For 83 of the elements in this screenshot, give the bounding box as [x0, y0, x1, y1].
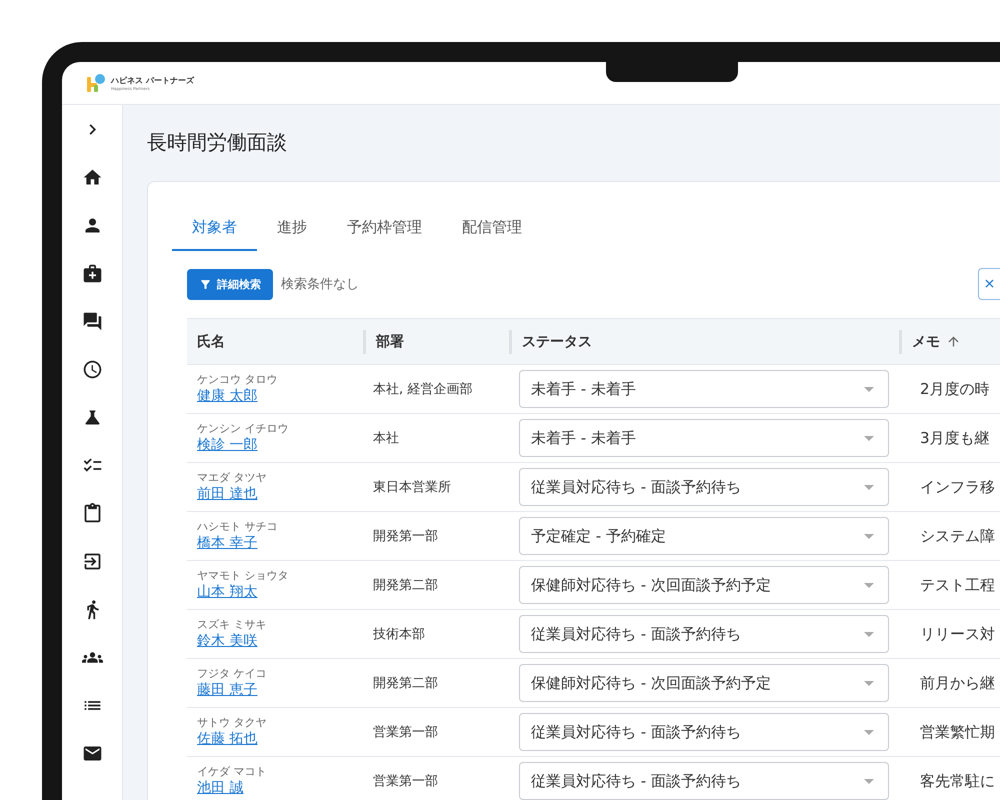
status-select[interactable]: 従業員対応待ち - 面談予約待ち	[519, 713, 889, 751]
chat-bubbles-icon[interactable]	[82, 311, 102, 332]
employee-name-link[interactable]: 鈴木 美咲	[197, 632, 258, 651]
status-value: 未着手 - 未着手	[531, 428, 636, 448]
employee-name-link[interactable]: 検診 一郎	[197, 436, 258, 455]
advanced-search-button[interactable]: 詳細検索	[187, 268, 273, 300]
status-select[interactable]: 未着手 - 未着手	[519, 419, 889, 457]
department-cell-text: 開発第二部	[372, 577, 439, 594]
name-kana: ケンコウ タロウ	[197, 372, 278, 387]
department-cell-text: 本社	[372, 430, 400, 447]
clipboard-icon[interactable]	[82, 503, 102, 524]
medical-kit-icon[interactable]	[82, 263, 102, 284]
dropdown-caret-icon	[864, 680, 874, 686]
status-value: 未着手 - 未着手	[531, 380, 636, 398]
status-select[interactable]: 従業員対応待ち - 面談予約待ち	[519, 762, 889, 800]
status-select[interactable]: 従業員対応待ち - 面談予約待ち	[519, 615, 889, 653]
memo-cell-text: 2月度の時	[919, 380, 991, 398]
department-cell-text: 東日本営業所	[372, 479, 452, 496]
status-value: 保健師対応待ち - 次回面談予約予定	[531, 576, 771, 594]
column-header[interactable]: 氏名	[187, 330, 363, 354]
dropdown-caret-icon	[864, 778, 874, 784]
name-kana: ヤマモト ショウタ	[197, 568, 290, 583]
status-select[interactable]: 従業員対応待ち - 面談予約待ち	[519, 468, 889, 506]
dropdown-caret-icon	[864, 386, 874, 392]
name-kana: イケダ マコト	[197, 764, 268, 779]
dropdown-caret-icon	[864, 632, 874, 636]
memo-cell-text: 前月から継	[919, 674, 996, 692]
status-value: 従業員対応待ち - 面談予約待ち	[531, 722, 741, 742]
clock-icon[interactable]	[82, 359, 102, 380]
memo-cell-text: 営業繁忙期	[919, 722, 996, 742]
status-select[interactable]: 予定確定 - 予約確定	[519, 517, 889, 555]
page-title: 長時間労働面談	[147, 129, 288, 156]
department-cell-text: 本社, 経営企画部	[372, 381, 474, 398]
employee-name-link[interactable]: 佐藤 拓也	[197, 730, 258, 749]
dropdown-caret-icon	[864, 436, 874, 440]
memo-cell-text: テスト工程	[919, 576, 996, 594]
memo-cell-text: インフラ移	[919, 478, 996, 496]
filter-icon	[199, 278, 212, 290]
column-header[interactable]: ステータス	[509, 330, 899, 354]
employee-name-link[interactable]: 前田 達也	[197, 485, 258, 504]
filter-status: 検索条件なし	[281, 276, 360, 293]
name-kana: フジタ ケイコ	[197, 666, 268, 681]
department-cell-text: 技術本部	[372, 626, 426, 643]
dropdown-caret-icon	[864, 534, 874, 538]
memo-cell-text: 3月度も継	[919, 428, 991, 448]
name-kana: ケンシン イチロウ	[197, 421, 290, 436]
name-kana: ハシモト サチコ	[197, 519, 278, 534]
tab[interactable]: 進捗	[257, 206, 327, 251]
logo-icon	[86, 73, 106, 93]
employee-name-link[interactable]: 健康 太郎	[197, 387, 258, 406]
dropdown-caret-icon	[864, 582, 874, 588]
department-cell-text: 営業第一部	[372, 724, 439, 741]
status-value: 従業員対応待ち - 面談予約待ち	[531, 624, 741, 644]
employee-name-link[interactable]: 山本 翔太	[197, 583, 258, 602]
exit-icon[interactable]	[82, 551, 102, 572]
department-cell-text: 開発第二部	[372, 675, 439, 692]
clear-button[interactable]: ×	[978, 268, 1000, 300]
name-kana: マエダ タツヤ	[197, 470, 268, 485]
dropdown-caret-icon	[864, 484, 874, 490]
employee-name-link[interactable]: 池田 誠	[197, 779, 244, 798]
employee-name-link[interactable]: 藤田 恵子	[197, 681, 258, 700]
memo-cell-text: システム障	[919, 526, 996, 546]
memo-cell-text: リリース対	[919, 624, 996, 644]
department-cell-text: 営業第一部	[372, 773, 439, 790]
status-select[interactable]: 未着手 - 未着手	[519, 370, 889, 408]
tab[interactable]: 対象者	[172, 206, 257, 251]
status-value: 保健師対応待ち - 次回面談予約予定	[531, 674, 771, 692]
employee-name-link[interactable]: 橋本 幸子	[197, 534, 258, 553]
status-value: 予定確定 - 予約確定	[531, 526, 666, 546]
status-value: 従業員対応待ち - 面談予約待ち	[531, 478, 741, 496]
name-kana: スズキ ミサキ	[197, 617, 268, 632]
status-select[interactable]: 保健師対応待ち - 次回面談予約予定	[519, 566, 889, 604]
tab[interactable]: 予約枠管理	[327, 206, 442, 251]
dropdown-caret-icon	[864, 730, 874, 734]
logo-text: ハピネス パートナーズ	[111, 75, 194, 86]
department-cell-text: 開発第一部	[372, 528, 439, 545]
name-kana: サトウ タクヤ	[197, 715, 268, 730]
memo-cell-text: 客先常駐に	[919, 772, 996, 790]
status-value: 従業員対応待ち - 面談予約待ち	[531, 772, 741, 790]
tab[interactable]: 配信管理	[442, 206, 542, 251]
column-header[interactable]: メモ	[899, 330, 1000, 354]
column-header[interactable]: 部署	[363, 330, 509, 354]
status-select[interactable]: 保健師対応待ち - 次回面談予約予定	[519, 664, 889, 702]
